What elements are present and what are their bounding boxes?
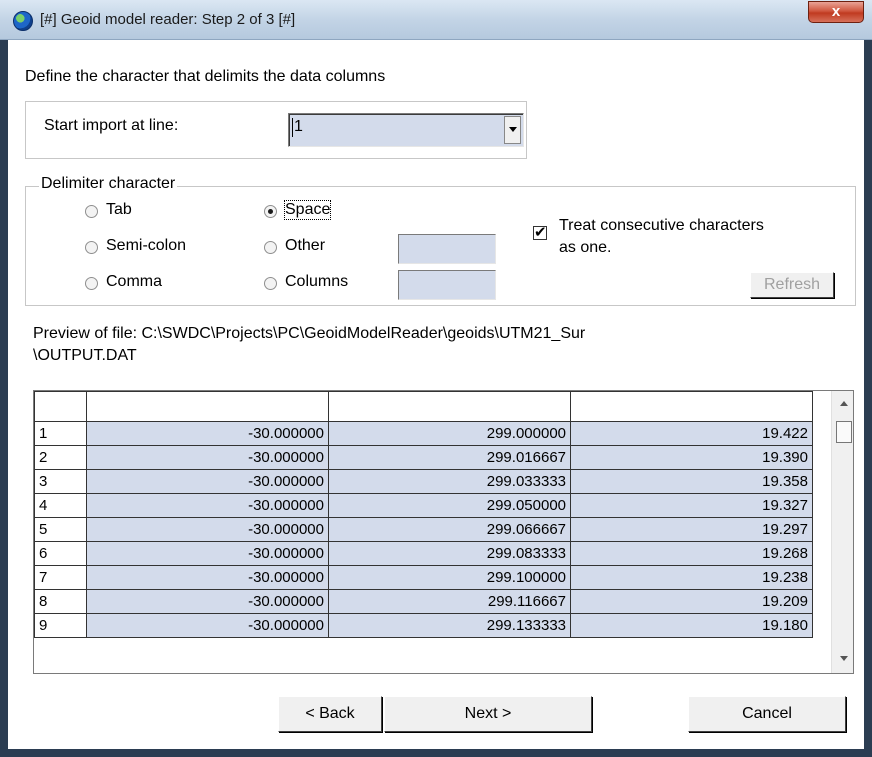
preview-path-line1: Preview of file: C:\SWDC\Projects\PC\Geo…: [33, 325, 586, 342]
treat-consecutive-label[interactable]: Treat consecutive characters as one.: [559, 215, 764, 259]
table-cell: -30.000000: [86, 469, 329, 494]
back-button[interactable]: < Back: [278, 696, 382, 732]
radio-other-label[interactable]: Other: [285, 237, 325, 255]
table-cell: -30.000000: [86, 613, 329, 638]
treat-consecutive-checkbox[interactable]: ✔: [533, 224, 547, 241]
table-cell: 299.016667: [328, 445, 571, 470]
table-cell: 19.268: [570, 541, 813, 566]
table-row[interactable]: 9 -30.000000 299.133333 19.180: [34, 613, 813, 638]
table-row[interactable]: 3 -30.000000 299.033333 19.358: [34, 469, 813, 494]
table-row[interactable]: 5 -30.000000 299.066667 19.297: [34, 517, 813, 542]
scroll-down-icon[interactable]: [840, 656, 848, 661]
checkmark-icon: ✔: [534, 224, 547, 241]
table-cell: 19.297: [570, 517, 813, 542]
row-number: 1: [34, 421, 87, 446]
table-cell: 299.100000: [328, 565, 571, 590]
table-row[interactable]: 7 -30.000000 299.100000 19.238: [34, 565, 813, 590]
start-import-label: Start import at line:: [44, 117, 179, 134]
table-cell: -30.000000: [86, 589, 329, 614]
table-row[interactable]: 2 -30.000000 299.016667 19.390: [34, 445, 813, 470]
start-import-combo[interactable]: 1: [288, 113, 524, 147]
radio-comma-label[interactable]: Comma: [106, 273, 162, 291]
table-cell: 19.209: [570, 589, 813, 614]
radio-other[interactable]: [264, 241, 277, 254]
preview-label: Preview of file: C:\SWDC\Projects\PC\Geo…: [33, 323, 585, 367]
preview-path-line2: \OUTPUT.DAT: [33, 347, 137, 364]
row-number: 4: [34, 493, 87, 518]
row-number: 7: [34, 565, 87, 590]
delimiter-group: Delimiter character Tab Space Semi-colon…: [25, 175, 856, 306]
table-cell: 19.327: [570, 493, 813, 518]
dropdown-button[interactable]: [504, 116, 521, 144]
radio-semicolon-label[interactable]: Semi-colon: [106, 237, 186, 255]
radio-space-label[interactable]: Space: [283, 200, 332, 220]
table-cell: 19.238: [570, 565, 813, 590]
scroll-thumb[interactable]: [836, 421, 852, 443]
instructions-text: Define the character that delimits the d…: [25, 68, 386, 85]
chevron-down-icon: [509, 127, 517, 132]
radio-space[interactable]: [264, 205, 277, 218]
table-cell: 299.116667: [328, 589, 571, 614]
radio-tab-label[interactable]: Tab: [106, 201, 132, 219]
radio-comma[interactable]: [85, 277, 98, 290]
columns-input[interactable]: [398, 270, 496, 300]
table-cell: 19.422: [570, 421, 813, 446]
dialog-window: [#] Geoid model reader: Step 2 of 3 [#] …: [0, 0, 872, 757]
radio-columns-label[interactable]: Columns: [285, 273, 348, 291]
treat-consecutive-line2: as one.: [559, 239, 612, 256]
table-cell: -30.000000: [86, 541, 329, 566]
row-number: 9: [34, 613, 87, 638]
scroll-up-icon[interactable]: [840, 401, 848, 406]
table-cell: 299.066667: [328, 517, 571, 542]
table-row[interactable]: 6 -30.000000 299.083333 19.268: [34, 541, 813, 566]
other-delimiter-input[interactable]: [398, 234, 496, 264]
table-header-row: [34, 391, 813, 422]
table-row[interactable]: 4 -30.000000 299.050000 19.327: [34, 493, 813, 518]
cancel-button[interactable]: Cancel: [688, 696, 846, 732]
start-import-group: Start import at line: 1: [25, 101, 527, 159]
row-number: 5: [34, 517, 87, 542]
table-cell: -30.000000: [86, 421, 329, 446]
radio-semicolon[interactable]: [85, 241, 98, 254]
globe-icon: [13, 11, 33, 31]
table-row[interactable]: 1 -30.000000 299.000000 19.422: [34, 421, 813, 446]
table-cell: -30.000000: [86, 445, 329, 470]
header-cell[interactable]: [34, 391, 87, 422]
row-number: 3: [34, 469, 87, 494]
table-cell: 299.050000: [328, 493, 571, 518]
table-cell: -30.000000: [86, 565, 329, 590]
delimiter-group-label: Delimiter character: [39, 175, 178, 193]
table-cell: -30.000000: [86, 517, 329, 542]
title-bar[interactable]: [#] Geoid model reader: Step 2 of 3 [#] …: [0, 0, 872, 40]
table-cell: 19.358: [570, 469, 813, 494]
radio-columns[interactable]: [264, 277, 277, 290]
row-number: 6: [34, 541, 87, 566]
table-cell: 19.390: [570, 445, 813, 470]
row-number: 8: [34, 589, 87, 614]
preview-table: 1 -30.000000 299.000000 19.422 2 -30.000…: [34, 391, 813, 638]
header-cell[interactable]: [570, 391, 813, 422]
radio-tab[interactable]: [85, 205, 98, 218]
window-title: [#] Geoid model reader: Step 2 of 3 [#]: [40, 11, 296, 28]
row-number: 2: [34, 445, 87, 470]
vertical-scrollbar[interactable]: [831, 391, 853, 673]
preview-grid[interactable]: 1 -30.000000 299.000000 19.422 2 -30.000…: [33, 390, 854, 674]
table-row[interactable]: 8 -30.000000 299.116667 19.209: [34, 589, 813, 614]
next-button[interactable]: Next >: [384, 696, 592, 732]
table-cell: 299.000000: [328, 421, 571, 446]
start-import-value: 1: [294, 118, 303, 135]
table-cell: 19.180: [570, 613, 813, 638]
dialog-body: Define the character that delimits the d…: [8, 40, 864, 749]
table-cell: 299.133333: [328, 613, 571, 638]
table-cell: 299.083333: [328, 541, 571, 566]
table-cell: 299.033333: [328, 469, 571, 494]
close-button[interactable]: x: [808, 1, 864, 23]
treat-consecutive-line1: Treat consecutive characters: [559, 217, 764, 234]
header-cell[interactable]: [328, 391, 571, 422]
header-cell[interactable]: [86, 391, 329, 422]
refresh-button[interactable]: Refresh: [750, 272, 834, 298]
text-cursor: [292, 118, 293, 137]
table-cell: -30.000000: [86, 493, 329, 518]
